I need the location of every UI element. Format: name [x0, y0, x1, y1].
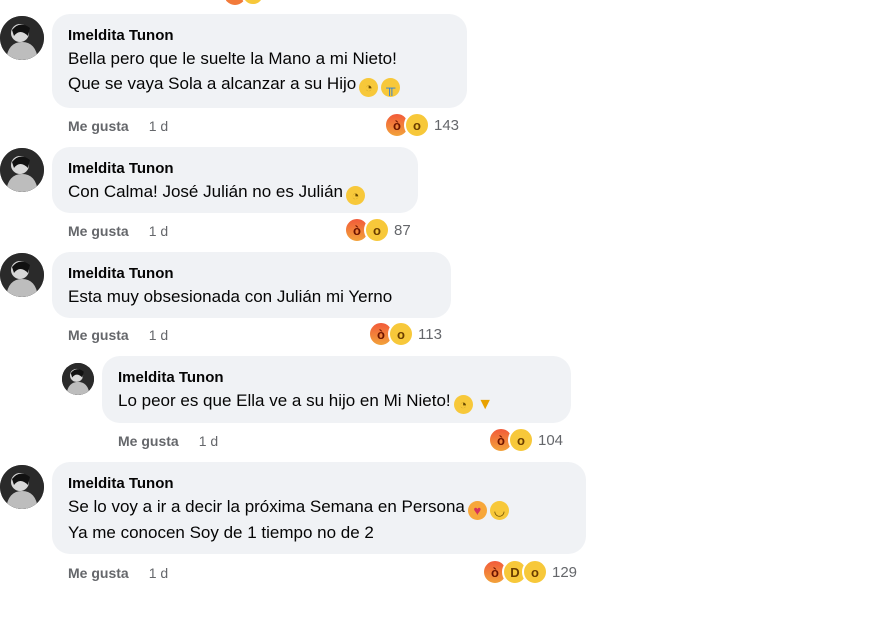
comment-text: Con Calma! José Julián no es Julián ◔: [68, 179, 402, 205]
wow-icon: o: [404, 112, 430, 138]
thumbs-down-emoji-icon: ▼: [477, 396, 494, 413]
like-button[interactable]: Me gusta: [68, 565, 129, 581]
wow-icon: o: [522, 559, 548, 585]
eye-roll-emoji-icon: ◔: [359, 78, 379, 97]
reaction-summary[interactable]: ò o 104: [488, 427, 564, 453]
comment-actions: Me gusta 1 d: [118, 432, 218, 450]
like-button[interactable]: Me gusta: [68, 327, 129, 343]
comment-bubble: Imeldita Tunon Esta muy obsesionada con …: [52, 252, 451, 318]
comment-text: Bella pero que le suelte la Mano a mi Ni…: [68, 46, 451, 72]
comment-time[interactable]: 1 d: [199, 433, 218, 449]
comment-text-line: Que se vaya Sola a alcanzar a su Hijo: [68, 74, 357, 93]
comment-text: Ya me conocen Soy de 1 tiempo no de 2: [68, 523, 374, 542]
comment-time[interactable]: 1 d: [149, 327, 168, 343]
comment-time[interactable]: 1 d: [149, 565, 168, 581]
comment-time[interactable]: 1 d: [149, 118, 168, 134]
comment-text-line: Bella pero que le suelte la Mano a mi Ni…: [68, 49, 397, 68]
comment-text-line: Se lo voy a ir a decir la próxima Semana…: [68, 497, 465, 516]
comment-text: Esta muy obsesionada con Julián mi Yerno: [68, 287, 393, 306]
wow-icon: o: [388, 321, 414, 347]
comment-time[interactable]: 1 d: [149, 223, 168, 239]
comment-text-line: Lo peor es que Ella ve a su hijo en Mi N…: [118, 391, 451, 410]
comment-bubble: Imeldita Tunon Con Calma! José Julián no…: [52, 147, 418, 213]
smiling-emoji-icon: ◡: [489, 501, 509, 520]
wow-icon: o: [508, 427, 534, 453]
reaction-count: 113: [418, 325, 442, 343]
comment-bubble: Imeldita Tunon Lo peor es que Ella ve a …: [102, 356, 571, 423]
like-button[interactable]: Me gusta: [118, 433, 179, 449]
comment-text: Lo peor es que Ella ve a su hijo en Mi N…: [118, 388, 555, 414]
reaction-count: 129: [552, 563, 578, 581]
avatar[interactable]: [62, 363, 94, 395]
comment-author[interactable]: Imeldita Tunon: [68, 474, 570, 494]
wow-icon: o: [364, 217, 390, 243]
reaction-summary[interactable]: ò o 87: [344, 217, 411, 243]
comment-bubble: Imeldita Tunon Bella pero que le suelte …: [52, 14, 467, 108]
eye-roll-emoji-icon: ◔: [453, 395, 473, 414]
comment-author[interactable]: Imeldita Tunon: [68, 159, 402, 179]
reaction-summary[interactable]: ò o 143: [384, 112, 460, 138]
reaction-count: 104: [538, 431, 564, 449]
comment-actions: Me gusta 1 d: [68, 117, 168, 135]
avatar[interactable]: [0, 148, 44, 192]
eye-roll-emoji-icon: ◔: [345, 186, 365, 205]
comment-text: Que se vaya Sola a alcanzar a su Hijo ◔ ╥: [68, 71, 451, 97]
avatar[interactable]: [0, 16, 44, 60]
comment-actions: Me gusta 1 d: [68, 326, 168, 344]
comment-text: Se lo voy a ir a decir la próxima Semana…: [68, 494, 570, 520]
comment-bubble: Imeldita Tunon Se lo voy a ir a decir la…: [52, 462, 586, 554]
like-button[interactable]: Me gusta: [68, 118, 129, 134]
comment-text-line: Con Calma! José Julián no es Julián: [68, 182, 343, 201]
like-button[interactable]: Me gusta: [68, 223, 129, 239]
avatar[interactable]: [0, 253, 44, 297]
avatar[interactable]: [0, 465, 44, 509]
reaction-summary[interactable]: ò Do 129: [482, 559, 578, 585]
comment-author[interactable]: Imeldita Tunon: [68, 26, 451, 46]
reaction-summary[interactable]: ò o 113: [368, 321, 442, 347]
reaction-count: 143: [434, 116, 460, 134]
comment-actions: Me gusta 1 d: [68, 564, 168, 582]
smiling-hearts-emoji-icon: ♥: [467, 501, 487, 520]
comment-author[interactable]: Imeldita Tunon: [68, 264, 435, 284]
crying-emoji-icon: ╥: [381, 78, 401, 97]
comment-author[interactable]: Imeldita Tunon: [118, 368, 555, 388]
comment-actions: Me gusta 1 d: [68, 222, 168, 240]
reaction-count: 87: [394, 221, 411, 239]
previous-comment-reactions: [225, 0, 272, 6]
